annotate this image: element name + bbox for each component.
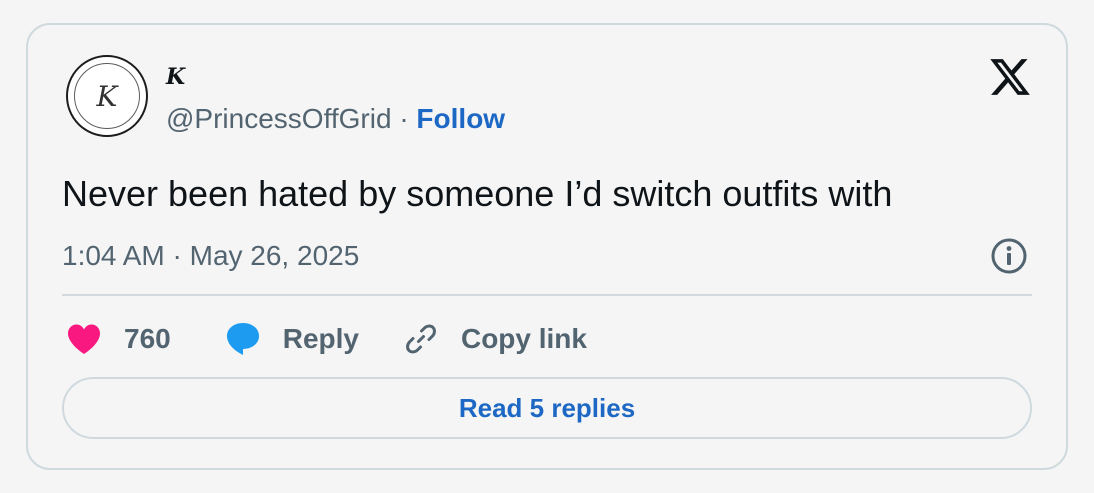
divider: [62, 294, 1032, 296]
action-bar: 760 Reply Copy link: [66, 315, 587, 363]
user-handle[interactable]: @PrincessOffGrid: [166, 103, 392, 134]
read-replies-button[interactable]: Read 5 replies: [62, 377, 1032, 439]
timestamp[interactable]: 1:04 AM · May 26, 2025: [62, 239, 359, 273]
tweet-card: K K @PrincessOffGrid · Follow Never been…: [26, 23, 1068, 470]
x-logo-icon[interactable]: [988, 55, 1032, 99]
reply-button[interactable]: Reply: [225, 321, 359, 357]
like-count: 760: [124, 323, 171, 354]
separator-dot: ·: [399, 103, 409, 134]
copy-link-button[interactable]: Copy link: [403, 321, 587, 357]
avatar[interactable]: K: [66, 55, 148, 137]
link-icon: [406, 324, 436, 354]
speech-bubble-icon: [226, 323, 259, 355]
like-button[interactable]: 760: [66, 323, 171, 355]
reply-label: Reply: [282, 323, 359, 354]
display-name[interactable]: K: [166, 63, 185, 91]
heart-icon: [68, 324, 100, 354]
follow-button[interactable]: Follow: [416, 103, 505, 134]
info-icon[interactable]: [990, 237, 1028, 275]
avatar-monogram: K: [74, 63, 140, 129]
handle-row: @PrincessOffGrid · Follow: [166, 102, 505, 136]
copy-link-label: Copy link: [460, 323, 587, 354]
tweet-text: Never been hated by someone I’d switch o…: [62, 173, 893, 214]
